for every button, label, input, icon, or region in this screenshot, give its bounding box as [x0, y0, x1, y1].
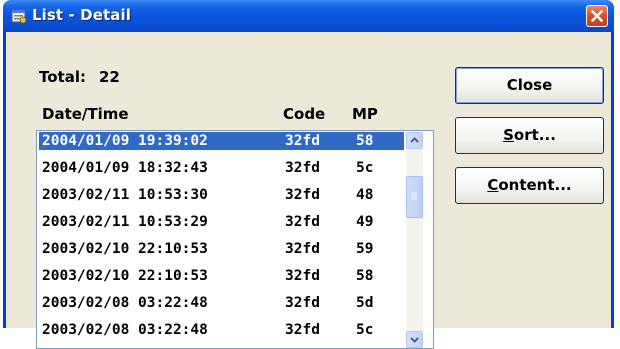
cell-code: 32fd [285, 160, 320, 176]
cell-code: 32fd [285, 295, 320, 311]
column-header-mp: MP [352, 105, 378, 123]
cell-datetime: 2004/01/09 18:32:43 [42, 160, 208, 176]
content-button-label: ontent... [498, 176, 572, 194]
list-row[interactable]: 2003/02/11 10:53:30 32fd 48 [39, 186, 404, 204]
dialog-client-area: Total: 22 Date/Time Code MP 2004/01/09 1… [6, 32, 611, 349]
cell-mp: 58 [356, 268, 374, 284]
cell-datetime: 2003/02/10 22:10:53 [42, 241, 208, 257]
window-close-button[interactable] [586, 5, 608, 27]
list-row[interactable]: 2003/02/11 10:53:29 32fd 49 [39, 213, 404, 231]
detail-listbox[interactable]: 2004/01/09 19:39:02 32fd 58 2004/01/09 18:3… [36, 130, 434, 349]
cell-code: 32fd [285, 214, 320, 230]
scroll-up-button[interactable] [406, 132, 423, 149]
scroll-down-arrow-icon [410, 337, 419, 343]
cell-mp: 5c [356, 322, 374, 338]
scroll-up-arrow-icon [410, 137, 419, 143]
cell-datetime: 2003/02/11 10:53:30 [42, 187, 208, 203]
cell-code: 32fd [285, 241, 320, 257]
list-row[interactable]: 2004/01/09 18:32:43 32fd 5c [39, 159, 404, 177]
list-row[interactable]: 2003/02/10 22:10:53 32fd 59 [39, 240, 404, 258]
list-window-icon [11, 9, 27, 24]
close-button[interactable]: Close [455, 67, 604, 104]
content-button-accelerator: C [487, 176, 499, 194]
cell-mp: 49 [356, 214, 374, 230]
dialog-window: List - Detail Total: 22 Date/Time Code M… [3, 0, 614, 349]
cell-code: 32fd [285, 268, 320, 284]
sort-button-label: ort... [513, 126, 556, 144]
sort-button-accelerator: S [503, 126, 514, 144]
cell-mp: 5d [356, 295, 374, 311]
total-value: 22 [99, 68, 120, 86]
cell-datetime: 2003/02/08 03:22:48 [42, 295, 208, 311]
close-icon [590, 9, 604, 23]
list-row[interactable]: 2003/02/10 22:10:53 32fd 58 [39, 267, 404, 285]
cell-datetime: 2003/02/08 03:22:48 [42, 322, 208, 338]
cell-datetime: 2003/02/10 22:10:53 [42, 268, 208, 284]
column-header-code: Code [283, 105, 326, 123]
cell-code: 32fd [285, 187, 320, 203]
title-bar[interactable]: List - Detail [3, 0, 614, 32]
cell-mp: 5c [356, 160, 374, 176]
content-button[interactable]: Content... [455, 167, 604, 204]
cell-mp: 59 [356, 241, 374, 257]
vertical-scrollbar[interactable] [406, 132, 423, 348]
list-row[interactable]: 2003/02/08 03:22:48 32fd 5d [39, 294, 404, 312]
column-header-datetime: Date/Time [42, 105, 129, 123]
list-row[interactable]: 2004/01/09 19:39:02 32fd 58 [39, 132, 404, 150]
sort-button[interactable]: Sort... [455, 117, 604, 154]
total-label: Total: [39, 68, 86, 86]
cell-mp: 48 [356, 187, 374, 203]
cell-code: 32fd [285, 133, 320, 149]
cell-mp: 58 [356, 133, 374, 149]
close-button-label: Close [506, 76, 553, 94]
window-title: List - Detail [32, 6, 131, 24]
scroll-thumb[interactable] [406, 176, 423, 218]
cell-datetime: 2003/02/11 10:53:29 [42, 214, 208, 230]
cell-code: 32fd [285, 322, 320, 338]
scroll-down-button[interactable] [406, 331, 423, 348]
scroll-grip-icon [411, 192, 418, 200]
cell-datetime: 2004/01/09 19:39:02 [42, 133, 208, 149]
list-row[interactable]: 2003/02/08 03:22:48 32fd 5c [39, 321, 404, 339]
